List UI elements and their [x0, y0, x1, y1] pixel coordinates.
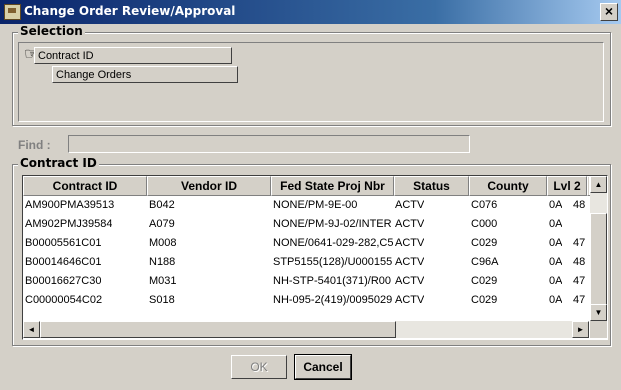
- scroll-left-arrow-icon[interactable]: ◄: [23, 321, 40, 338]
- table-row[interactable]: AM902PMJ39584 A079 NONE/PM-9J-02/INTER A…: [23, 216, 589, 233]
- title-bar: Change Order Review/Approval ×: [0, 0, 621, 24]
- col-header-county[interactable]: County: [469, 176, 547, 196]
- cell-contract-id: AM902PMJ39584: [25, 218, 113, 230]
- cell-proj-nbr: NH-STP-5401(371)/R00: [273, 275, 391, 287]
- cell-lvl-2: 0A: [549, 294, 563, 306]
- cell-county: C000: [471, 218, 498, 230]
- cell-lvl-2: 0A: [549, 237, 563, 249]
- cell-status: ACTV: [395, 294, 425, 306]
- cell-vendor-id: M031: [149, 275, 177, 287]
- cell-status: ACTV: [395, 275, 425, 287]
- table-row[interactable]: AM900PMA39513 B042 NONE/PM-9E-00 ACTV C0…: [23, 197, 589, 214]
- scroll-down-arrow-icon[interactable]: ▼: [590, 304, 607, 321]
- cell-lvl-3: 48: [573, 256, 586, 268]
- cell-vendor-id: S018: [149, 294, 175, 306]
- cell-lvl-3: 47: [573, 294, 586, 306]
- col-header-status[interactable]: Status: [394, 176, 469, 196]
- table-row[interactable]: C00000054C02 S018 NH-095-2(419)/0095029 …: [23, 292, 589, 309]
- cell-vendor-id: N188: [149, 256, 176, 268]
- cell-county: C076: [471, 199, 498, 211]
- window-title: Change Order Review/Approval: [24, 4, 236, 18]
- app-icon: [4, 4, 21, 20]
- cell-vendor-id: B042: [149, 199, 175, 211]
- grid-header: Contract ID Vendor ID Fed State Proj Nbr…: [23, 176, 607, 196]
- cell-proj-nbr: STP5155(128)/U000155: [273, 256, 393, 268]
- cell-lvl-2: 0A: [549, 199, 563, 211]
- scroll-up-arrow-icon[interactable]: ▲: [590, 176, 607, 193]
- horizontal-scroll-thumb[interactable]: [40, 321, 396, 338]
- scroll-right-arrow-icon[interactable]: ►: [572, 321, 589, 338]
- cell-status: ACTV: [395, 256, 425, 268]
- col-header-fed-state-proj-nbr[interactable]: Fed State Proj Nbr: [271, 176, 394, 196]
- cell-contract-id: B00016627C30: [25, 275, 102, 287]
- col-header-lvl-2[interactable]: Lvl 2: [547, 176, 587, 196]
- scrollbar-corner: [590, 321, 607, 338]
- cell-county: C029: [471, 294, 498, 306]
- cell-contract-id: B00005561C01: [25, 237, 102, 249]
- cell-proj-nbr: NONE/0641-029-282,C5: [273, 237, 393, 249]
- table-row[interactable]: B00016627C30 M031 NH-STP-5401(371)/R00 A…: [23, 273, 589, 290]
- cell-county: C029: [471, 237, 498, 249]
- vertical-scroll-thumb[interactable]: [590, 213, 607, 305]
- cell-lvl-2: 0A: [549, 275, 563, 287]
- cell-status: ACTV: [395, 237, 425, 249]
- horizontal-scrollbar[interactable]: ◄ ►: [23, 321, 589, 338]
- cell-vendor-id: A079: [149, 218, 175, 230]
- cell-lvl-3: 47: [573, 275, 586, 287]
- table-row[interactable]: B00005561C01 M008 NONE/0641-029-282,C5 A…: [23, 235, 589, 252]
- cell-contract-id: AM900PMA39513: [25, 199, 115, 211]
- contracts-grid[interactable]: Contract ID Vendor ID Fed State Proj Nbr…: [22, 175, 608, 340]
- cell-county: C96A: [471, 256, 499, 268]
- cell-lvl-3: 48: [573, 199, 586, 211]
- cell-contract-id: C00000054C02: [25, 294, 103, 306]
- cell-lvl-2: 0A: [549, 256, 563, 268]
- close-button[interactable]: ×: [600, 3, 618, 21]
- cell-vendor-id: M008: [149, 237, 177, 249]
- cell-status: ACTV: [395, 199, 425, 211]
- table-row[interactable]: B00014646C01 N188 STP5155(128)/U000155 A…: [23, 254, 589, 271]
- cell-lvl-2: 0A: [549, 218, 563, 230]
- cell-lvl-3: 47: [573, 237, 586, 249]
- tree-item-change-orders[interactable]: Change Orders: [52, 66, 238, 83]
- ok-button[interactable]: OK: [231, 355, 287, 379]
- cell-proj-nbr: NONE/PM-9E-00: [273, 199, 358, 211]
- cell-proj-nbr: NH-095-2(419)/0095029: [273, 294, 393, 306]
- find-label: Find :: [18, 138, 51, 152]
- cancel-button[interactable]: Cancel: [295, 355, 351, 379]
- tree-item-contract-id[interactable]: Contract ID: [34, 47, 232, 64]
- find-input[interactable]: [68, 135, 470, 153]
- cell-status: ACTV: [395, 218, 425, 230]
- selection-legend: Selection: [18, 24, 85, 38]
- contract-id-legend: Contract ID: [18, 156, 99, 170]
- col-header-vendor-id[interactable]: Vendor ID: [147, 176, 271, 196]
- cell-proj-nbr: NONE/PM-9J-02/INTER: [273, 218, 392, 230]
- vertical-scrollbar[interactable]: ▲ ▼: [590, 176, 607, 321]
- cell-county: C029: [471, 275, 498, 287]
- col-header-contract-id[interactable]: Contract ID: [23, 176, 147, 196]
- cell-contract-id: B00014646C01: [25, 256, 102, 268]
